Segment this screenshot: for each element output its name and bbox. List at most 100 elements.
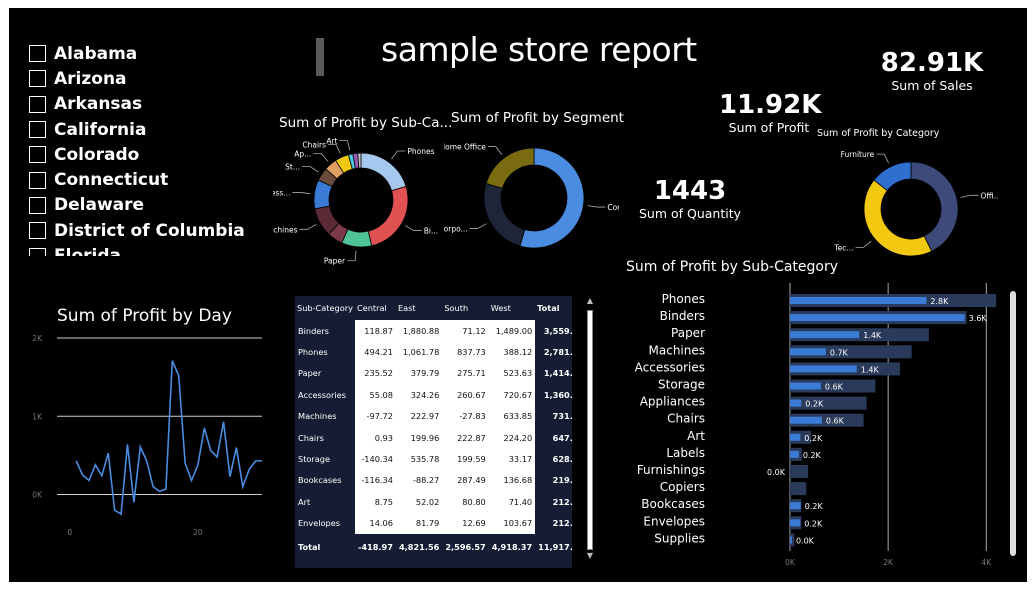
kpi-profit-card[interactable]: 11.92K Sum of Profit <box>719 90 822 135</box>
donut-slice <box>360 152 407 192</box>
checkbox-icon[interactable] <box>29 70 46 88</box>
matrix-cell: 324.26 <box>395 384 443 406</box>
donut-leader-line <box>855 240 872 248</box>
y-tick-label: 2K <box>32 334 43 343</box>
matrix-cell: -97.72 <box>354 405 396 427</box>
matrix-cell: 1,360.68 <box>535 384 572 406</box>
donut-leader-line <box>960 194 979 198</box>
matrix-cell: Binders <box>295 320 355 342</box>
slicer-item[interactable]: Florida <box>29 243 264 256</box>
donut-slice <box>485 147 535 189</box>
slicer-item-label: Colorado <box>54 144 140 165</box>
matrix-header-cell[interactable]: South <box>442 296 488 320</box>
kpi-sales-card[interactable]: 82.91K Sum of Sales <box>877 48 987 93</box>
slicer-item[interactable]: District of Columbia <box>29 218 264 243</box>
y-tick-label: 1K <box>32 412 43 421</box>
segment-donut-chart[interactable]: Consumer Corpo... Home Office <box>444 134 619 269</box>
matrix-cell: 52.02 <box>395 491 443 513</box>
bar-chart-scrollbar[interactable] <box>1009 291 1017 556</box>
subcategory-bar-chart[interactable]: 0K 2K 4K Phones 2.8K Binders 3.6K Paper 1.4K Mach… <box>609 283 1004 573</box>
slicer-item[interactable]: Connecticut <box>29 167 264 192</box>
profit-matrix[interactable]: Sub-Category Central East South West Total Bin… <box>295 296 572 568</box>
category-label: Furnishings <box>637 463 705 477</box>
scroll-up-icon[interactable]: ▲ <box>585 296 595 305</box>
matrix-scrollbar[interactable]: ▲ ▼ <box>585 296 595 561</box>
matrix-cell: 3,559.87 <box>535 320 572 342</box>
checkbox-icon[interactable] <box>29 95 46 113</box>
bar <box>790 314 965 322</box>
matrix-header-cell[interactable]: Central <box>355 296 396 320</box>
slicer-item-label: Arizona <box>54 68 127 89</box>
bar <box>790 416 822 424</box>
matrix-total-cell: 11,917.53 <box>535 533 572 560</box>
category-label: Storage <box>658 378 705 392</box>
matrix-cell: Art <box>295 491 355 513</box>
matrix-cell: 647.96 <box>535 426 572 449</box>
matrix-total-cell: 4,821.56 <box>395 533 443 560</box>
matrix-cell: 235.52 <box>354 362 396 385</box>
kpi-quantity-card[interactable]: 1443 Sum of Quantity <box>635 176 745 221</box>
slicer-item[interactable]: Alabama <box>29 41 264 66</box>
matrix-header-cell[interactable]: East <box>396 296 442 320</box>
kpi-profit-value: 11.92K <box>719 90 822 120</box>
bar-data-label: 0.2K <box>805 400 824 409</box>
slicer-item[interactable]: Arkansas <box>29 92 264 117</box>
matrix-row: Accessories 55.08 324.26 260.67 720.67 1,360.… <box>295 384 572 406</box>
matrix-cell: -116.34 <box>354 469 396 492</box>
matrix-cell: 633.85 <box>488 405 536 427</box>
checkbox-icon[interactable] <box>29 196 46 214</box>
matrix-cell: 720.67 <box>488 384 536 406</box>
slicer-item[interactable]: Colorado <box>29 142 264 167</box>
slicer-item[interactable]: California <box>29 117 264 142</box>
bar-data-label: 3.6K <box>969 314 988 323</box>
donut-leader-line <box>328 143 341 154</box>
day-line-chart[interactable]: 2K 1K 0K 0 20 <box>17 328 267 538</box>
category-label: Labels <box>666 446 705 460</box>
matrix-total-cell: -418.97 <box>354 533 396 560</box>
matrix-table: Sub-Category Central East South West Total Bin… <box>295 296 572 560</box>
scroll-down-icon[interactable]: ▼ <box>585 551 595 560</box>
matrix-cell: Paper <box>295 362 355 385</box>
bar-data-label: 0.7K <box>830 348 849 357</box>
subcategory-donut-chart[interactable]: Phones Bi... Paper Machines Access... St... Ap… <box>273 138 453 273</box>
matrix-scroll-thumb[interactable] <box>587 310 593 550</box>
matrix-cell: 1,489.00 <box>488 320 536 342</box>
matrix-header-cell[interactable]: West <box>489 296 535 320</box>
donut-leader-line <box>313 153 329 162</box>
title-accent-bar <box>316 38 324 76</box>
matrix-row: Envelopes14.0681.7912.69103.67212.21 <box>295 512 572 534</box>
matrix-cell: 628.20 <box>535 448 572 470</box>
donut-slice-label: Phones <box>407 147 434 156</box>
x-tick-label: 2K <box>883 558 894 567</box>
slicer-item[interactable]: Delaware <box>29 193 264 218</box>
matrix-row: Machines-97.72222.97-27.83633.85731.27 <box>295 405 572 427</box>
matrix-cell: 33.17 <box>488 448 536 470</box>
matrix-cell: 55.08 <box>354 384 396 406</box>
matrix-cell: 71.12 <box>442 320 489 342</box>
checkbox-icon[interactable] <box>29 146 46 164</box>
slicer-item[interactable]: Arizona <box>29 66 264 91</box>
matrix-cell: 535.78 <box>395 448 443 470</box>
checkbox-icon[interactable] <box>29 247 46 256</box>
matrix-header-cell[interactable]: Total <box>535 296 572 320</box>
bar-background <box>790 482 807 496</box>
checkbox-icon[interactable] <box>29 121 46 139</box>
donut-slice-label: St... <box>285 163 300 172</box>
checkbox-icon[interactable] <box>29 45 46 63</box>
category-donut-chart[interactable]: Offi... Tec... Furniture <box>809 144 999 269</box>
donut-leader-line <box>876 153 890 164</box>
subcategory-donut-title: Sum of Profit by Sub-Ca... <box>279 115 453 131</box>
checkbox-icon[interactable] <box>29 222 46 240</box>
matrix-cell: 81.79 <box>395 512 443 534</box>
matrix-header-cell[interactable]: Sub-Category <box>295 296 355 320</box>
state-slicer[interactable]: Alabama Arizona Arkansas California Colorado… <box>29 41 264 256</box>
matrix-cell: 1,880.88 <box>395 320 443 342</box>
matrix-cell: 80.80 <box>442 491 489 513</box>
matrix-cell: 71.40 <box>488 491 536 513</box>
bar-chart-scroll-thumb[interactable] <box>1010 291 1016 556</box>
x-tick-label: 0K <box>785 558 796 567</box>
matrix-row: Paper235.52379.79275.71523.631,414.66 <box>295 362 572 385</box>
checkbox-icon[interactable] <box>29 171 46 189</box>
slicer-item-label: District of Columbia <box>54 220 245 241</box>
donut-slice-label: Chairs <box>302 140 326 149</box>
